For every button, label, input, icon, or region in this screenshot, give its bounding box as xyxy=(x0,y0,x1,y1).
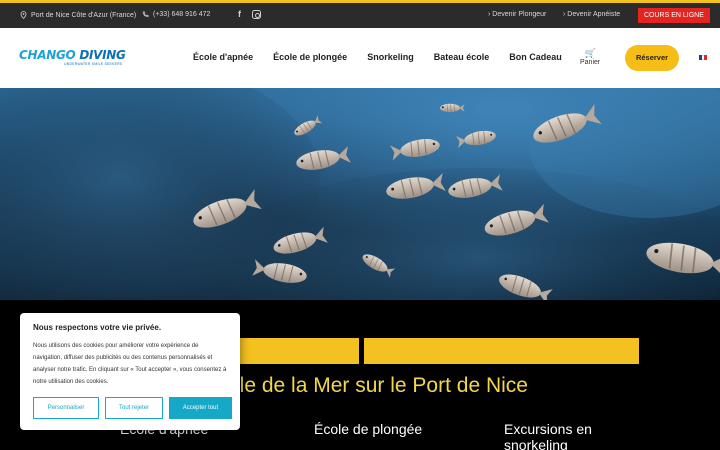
cart-label: Panier xyxy=(580,59,601,66)
section-tagline: ole de la Mer sur le Port de Nice xyxy=(228,374,528,397)
cookie-reject-button[interactable]: Tout rejeter xyxy=(105,397,163,419)
hero-image xyxy=(0,88,720,300)
nav-item-ecole-plongee[interactable]: École de plongée xyxy=(273,52,347,62)
logo-part-diving: DIVING xyxy=(79,48,126,62)
fish-7 xyxy=(456,130,496,149)
nav-item-bateau-ecole[interactable]: Bateau école xyxy=(434,52,490,62)
yellow-banner-right xyxy=(364,338,639,364)
nav-item-ecole-apnee[interactable]: École d'apnée xyxy=(193,52,253,62)
facebook-icon[interactable]: f xyxy=(238,9,241,19)
location-info: Port de Nice Côte d'Azur (France) xyxy=(20,11,136,19)
logo-tagline: UNDERWATER SMILE SEEKERS xyxy=(64,62,123,66)
reserve-button[interactable]: Réserver xyxy=(625,45,679,71)
cookie-consent-dialog: Nous respectons votre vie privée. Nous u… xyxy=(20,313,240,430)
phone-number: (+33) 648 916 472 xyxy=(153,11,211,18)
location-text: Port de Nice Côte d'Azur (France) xyxy=(31,11,137,19)
cookie-accept-button[interactable]: Accepter tout xyxy=(169,397,232,419)
cookie-customize-button[interactable]: Personnaliser xyxy=(33,397,99,419)
main-header: CHANGO DIVING UNDERWATER SMILE SEEKERS É… xyxy=(0,28,720,88)
cookie-title: Nous respectons votre vie privée. xyxy=(33,323,162,332)
french-flag-icon[interactable] xyxy=(699,55,708,60)
cart-link[interactable]: 🛒 Panier xyxy=(580,48,600,66)
main-nav: École d'apnée École de plongée Snorkelin… xyxy=(193,52,582,62)
cours-en-ligne-button[interactable]: COURS EN LIGNE xyxy=(638,8,710,23)
phone-icon xyxy=(142,11,149,18)
cookie-buttons: Personnaliser Tout rejeter Accepter tout xyxy=(33,397,232,419)
yellow-banner-left xyxy=(230,338,359,364)
nav-item-bon-cadeau[interactable]: Bon Cadeau xyxy=(509,52,562,62)
fish-15 xyxy=(440,103,465,113)
map-pin-icon xyxy=(20,11,27,19)
column-ecole-plongee[interactable]: École de plongée xyxy=(314,421,424,437)
fish-6 xyxy=(390,139,440,161)
logo-wordmark: CHANGO DIVING xyxy=(19,48,126,62)
instagram-icon[interactable] xyxy=(252,10,261,19)
link-devenir-plongeur[interactable]: › Devenir Plongeur xyxy=(488,11,546,18)
site-logo[interactable]: CHANGO DIVING UNDERWATER SMILE SEEKERS xyxy=(19,48,126,66)
link-devenir-apneiste[interactable]: › Devenir Apnéiste xyxy=(563,11,620,18)
cookie-body: Nous utilisons des cookies pour améliore… xyxy=(33,343,227,385)
top-bar: Port de Nice Côte d'Azur (France) (+33) … xyxy=(0,0,720,28)
logo-part-chango: CHANGO xyxy=(19,48,80,62)
cart-icon: 🛒 xyxy=(584,48,596,58)
hero-underwater-scene xyxy=(0,88,720,300)
nav-item-snorkeling[interactable]: Snorkeling xyxy=(367,52,414,62)
column-snorkeling[interactable]: Excursions en snorkeling xyxy=(504,421,634,450)
phone-info[interactable]: (+33) 648 916 472 xyxy=(142,11,210,18)
